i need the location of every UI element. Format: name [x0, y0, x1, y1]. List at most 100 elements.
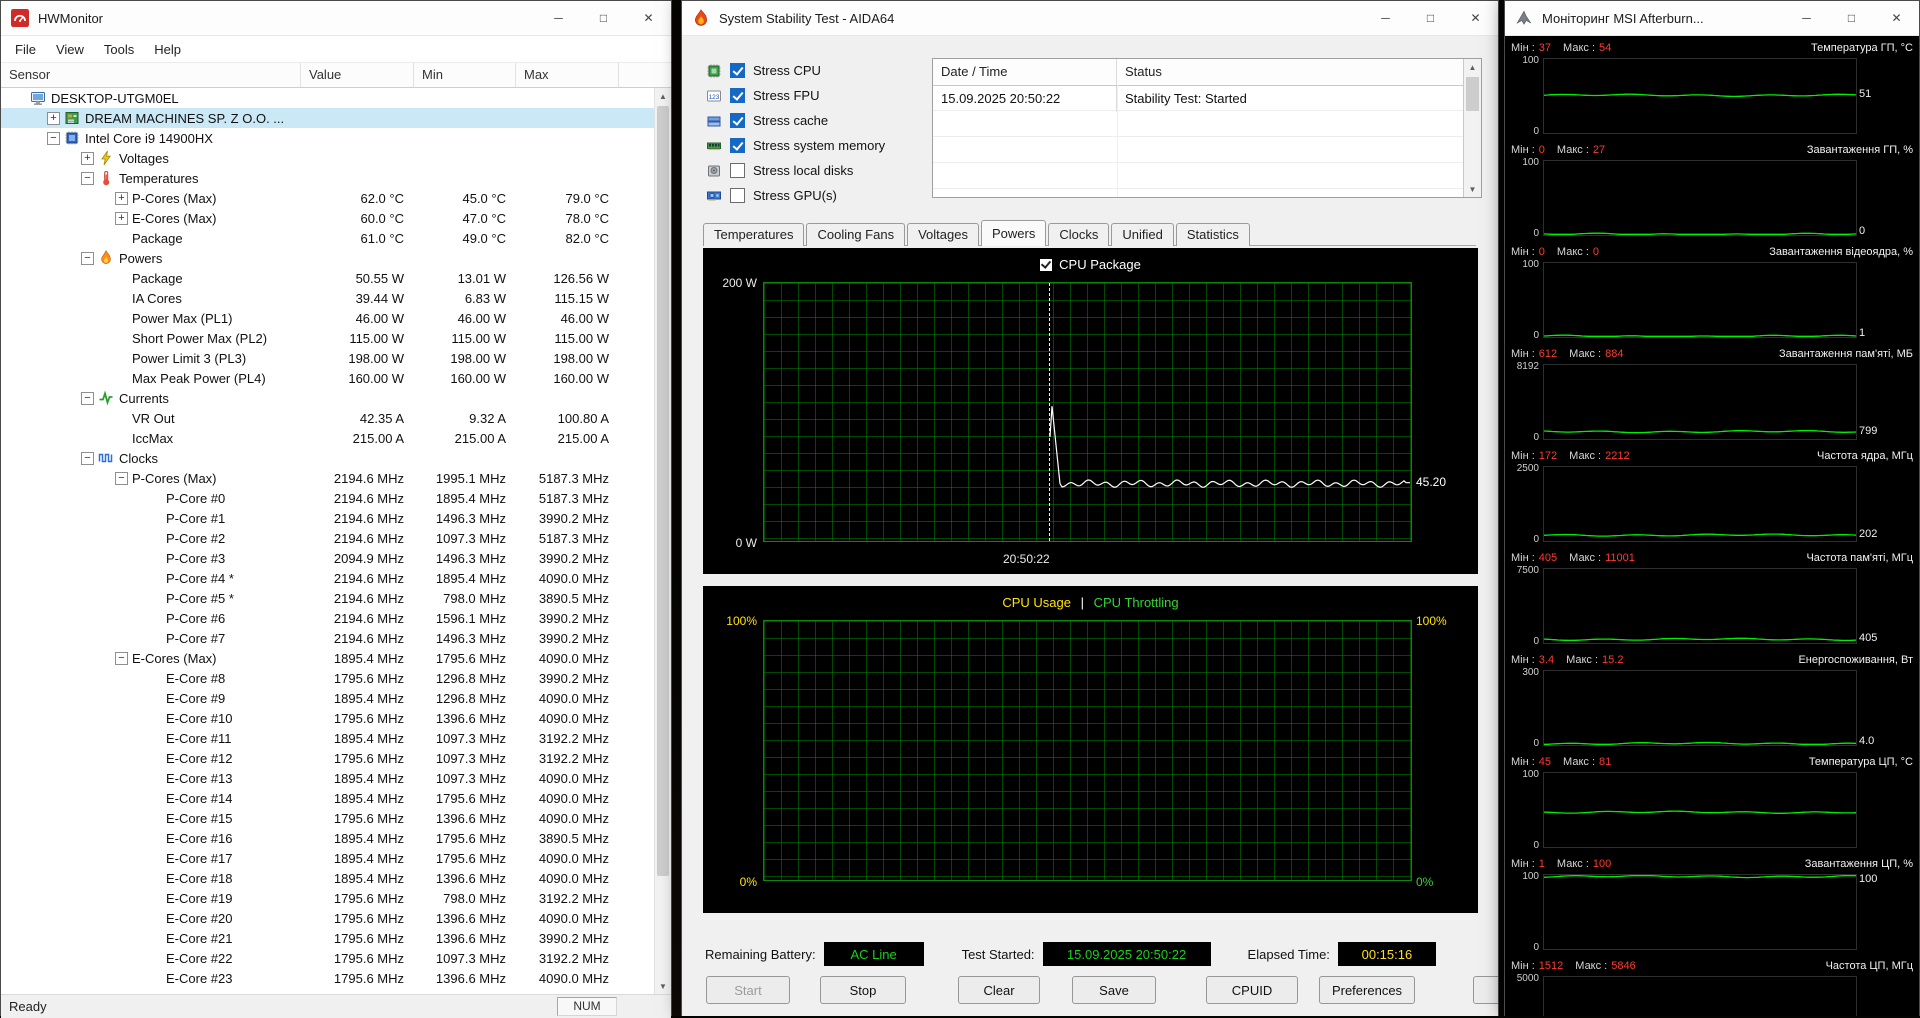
table-row[interactable]: −E-Cores (Max)1895.4 MHz1795.6 MHz4090.0… — [1, 648, 654, 668]
stress-checkbox[interactable] — [730, 188, 745, 203]
table-row[interactable]: E-Core #141895.4 MHz1795.6 MHz4090.0 MHz — [1, 788, 654, 808]
stress-option-row[interactable]: Stress system memory — [706, 133, 885, 158]
collapse-icon[interactable]: − — [115, 472, 128, 485]
expand-icon[interactable]: + — [115, 192, 128, 205]
tab-voltages[interactable]: Voltages — [907, 223, 979, 246]
table-row[interactable]: E-Core #171895.4 MHz1795.6 MHz4090.0 MHz — [1, 848, 654, 868]
minimize-icon[interactable]: ─ — [536, 1, 581, 35]
column-header-value[interactable]: Value — [301, 63, 414, 87]
close-icon[interactable]: ✕ — [1453, 1, 1498, 35]
table-row[interactable]: E-Core #191795.6 MHz798.0 MHz3192.2 MHz — [1, 888, 654, 908]
minimize-icon[interactable]: ─ — [1784, 1, 1829, 35]
aida64-titlebar[interactable]: System Stability Test - AIDA64 ─ □ ✕ — [682, 1, 1498, 36]
menu-help[interactable]: Help — [144, 36, 191, 62]
tab-statistics[interactable]: Statistics — [1176, 223, 1250, 246]
table-row[interactable]: P-Core #5 *2194.6 MHz798.0 MHz3890.5 MHz — [1, 588, 654, 608]
table-row[interactable]: E-Core #181895.4 MHz1396.6 MHz4090.0 MHz — [1, 868, 654, 888]
table-row[interactable]: Package50.55 W13.01 W126.56 W — [1, 268, 654, 288]
cpu-package-checkbox[interactable] — [1040, 259, 1052, 271]
table-row[interactable]: E-Core #91895.4 MHz1296.8 MHz4090.0 MHz — [1, 688, 654, 708]
scrollbar-thumb[interactable] — [657, 106, 669, 876]
table-row[interactable]: −Temperatures — [1, 168, 654, 188]
clear-button[interactable]: Clear — [958, 976, 1040, 1004]
expand-icon[interactable]: + — [47, 112, 60, 125]
stress-option-row[interactable]: Stress local disks — [706, 158, 885, 183]
table-row[interactable]: VR Out42.35 A9.32 A100.80 A — [1, 408, 654, 428]
maximize-icon[interactable]: □ — [1408, 1, 1453, 35]
table-row[interactable]: E-Core #151795.6 MHz1396.6 MHz4090.0 MHz — [1, 808, 654, 828]
preferences-button[interactable]: Preferences — [1319, 976, 1415, 1004]
table-row[interactable]: −Currents — [1, 388, 654, 408]
column-header-max[interactable]: Max — [516, 63, 619, 87]
menu-file[interactable]: File — [5, 36, 46, 62]
table-row[interactable]: Short Power Max (PL2)115.00 W115.00 W115… — [1, 328, 654, 348]
table-row[interactable]: E-Core #161895.4 MHz1795.6 MHz3890.5 MHz — [1, 828, 654, 848]
maximize-icon[interactable]: □ — [581, 1, 626, 35]
stress-checkbox[interactable] — [730, 113, 745, 128]
table-row[interactable]: −Clocks — [1, 448, 654, 468]
table-row[interactable]: E-Core #231795.6 MHz1396.6 MHz4090.0 MHz — [1, 968, 654, 988]
afterburner-titlebar[interactable]: Моніторинг MSI Afterburn... ─ □ ✕ — [1505, 1, 1919, 36]
table-row[interactable]: +P-Cores (Max)62.0 °C45.0 °C79.0 °C — [1, 188, 654, 208]
table-row[interactable]: −P-Cores (Max)2194.6 MHz1995.1 MHz5187.3… — [1, 468, 654, 488]
cpuid-button[interactable]: CPUID — [1206, 976, 1298, 1004]
table-row[interactable]: E-Core #211795.6 MHz1396.6 MHz3990.2 MHz — [1, 928, 654, 948]
table-row[interactable]: Power Max (PL1)46.00 W46.00 W46.00 W — [1, 308, 654, 328]
table-row[interactable]: IA Cores39.44 W6.83 W115.15 W — [1, 288, 654, 308]
table-row[interactable]: P-Core #4 *2194.6 MHz1895.4 MHz4090.0 MH… — [1, 568, 654, 588]
collapse-icon[interactable]: − — [81, 452, 94, 465]
table-row[interactable]: P-Core #12194.6 MHz1496.3 MHz3990.2 MHz — [1, 508, 654, 528]
table-row[interactable]: P-Core #22194.6 MHz1097.3 MHz5187.3 MHz — [1, 528, 654, 548]
close-icon[interactable]: ✕ — [626, 1, 671, 35]
tab-clocks[interactable]: Clocks — [1048, 223, 1109, 246]
log-column-datetime[interactable]: Date / Time — [933, 59, 1117, 85]
close-button[interactable]: Close — [1473, 976, 1498, 1004]
scroll-down-icon[interactable]: ▼ — [1464, 181, 1481, 197]
table-row[interactable]: Max Peak Power (PL4)160.00 W160.00 W160.… — [1, 368, 654, 388]
stress-checkbox[interactable] — [730, 88, 745, 103]
scroll-down-icon[interactable]: ▼ — [655, 978, 671, 994]
collapse-icon[interactable]: − — [81, 392, 94, 405]
log-row[interactable]: 15.09.2025 20:50:22 Stability Test: Star… — [933, 86, 1463, 112]
table-row[interactable]: E-Core #111895.4 MHz1097.3 MHz3192.2 MHz — [1, 728, 654, 748]
scroll-up-icon[interactable]: ▲ — [655, 88, 671, 104]
stress-checkbox[interactable] — [730, 138, 745, 153]
collapse-icon[interactable]: − — [81, 172, 94, 185]
stress-option-row[interactable]: Stress cache — [706, 108, 885, 133]
collapse-icon[interactable]: − — [47, 132, 60, 145]
table-row[interactable]: E-Core #121795.6 MHz1097.3 MHz3192.2 MHz — [1, 748, 654, 768]
table-row[interactable]: P-Core #32094.9 MHz1496.3 MHz3990.2 MHz — [1, 548, 654, 568]
stop-button[interactable]: Stop — [820, 976, 906, 1004]
table-row[interactable]: P-Core #02194.6 MHz1895.4 MHz5187.3 MHz — [1, 488, 654, 508]
column-header-sensor[interactable]: Sensor — [1, 63, 301, 87]
scrollbar[interactable]: ▲ ▼ — [654, 88, 671, 994]
collapse-icon[interactable]: − — [115, 652, 128, 665]
log-column-status[interactable]: Status — [1117, 59, 1463, 85]
hwmonitor-titlebar[interactable]: HWMonitor ─ □ ✕ — [1, 1, 671, 36]
table-row[interactable]: P-Core #62194.6 MHz1596.1 MHz3990.2 MHz — [1, 608, 654, 628]
tab-temperatures[interactable]: Temperatures — [703, 223, 804, 246]
table-row[interactable]: −Intel Core i9 14900HX — [1, 128, 654, 148]
table-row[interactable]: DESKTOP-UTGM0EL — [1, 88, 654, 108]
table-row[interactable]: +E-Cores (Max)60.0 °C47.0 °C78.0 °C — [1, 208, 654, 228]
maximize-icon[interactable]: □ — [1829, 1, 1874, 35]
menu-view[interactable]: View — [46, 36, 94, 62]
table-row[interactable]: E-Core #221795.6 MHz1097.3 MHz3192.2 MHz — [1, 948, 654, 968]
stress-option-row[interactable]: Stress GPU(s) — [706, 183, 885, 208]
table-row[interactable]: E-Core #131895.4 MHz1097.3 MHz4090.0 MHz — [1, 768, 654, 788]
stress-checkbox[interactable] — [730, 163, 745, 178]
close-icon[interactable]: ✕ — [1874, 1, 1919, 35]
table-row[interactable]: P-Core #72194.6 MHz1496.3 MHz3990.2 MHz — [1, 628, 654, 648]
scrollbar-thumb[interactable] — [1466, 77, 1479, 111]
scrollbar[interactable]: ▲ ▼ — [1463, 59, 1481, 197]
table-row[interactable]: +Voltages — [1, 148, 654, 168]
collapse-icon[interactable]: − — [81, 252, 94, 265]
table-row[interactable]: Package61.0 °C49.0 °C82.0 °C — [1, 228, 654, 248]
stress-option-row[interactable]: Stress CPU — [706, 58, 885, 83]
table-row[interactable]: Power Limit 3 (PL3)198.00 W198.00 W198.0… — [1, 348, 654, 368]
minimize-icon[interactable]: ─ — [1363, 1, 1408, 35]
save-button[interactable]: Save — [1072, 976, 1156, 1004]
menu-tools[interactable]: Tools — [94, 36, 144, 62]
table-row[interactable]: −Powers — [1, 248, 654, 268]
tab-cooling-fans[interactable]: Cooling Fans — [806, 223, 905, 246]
